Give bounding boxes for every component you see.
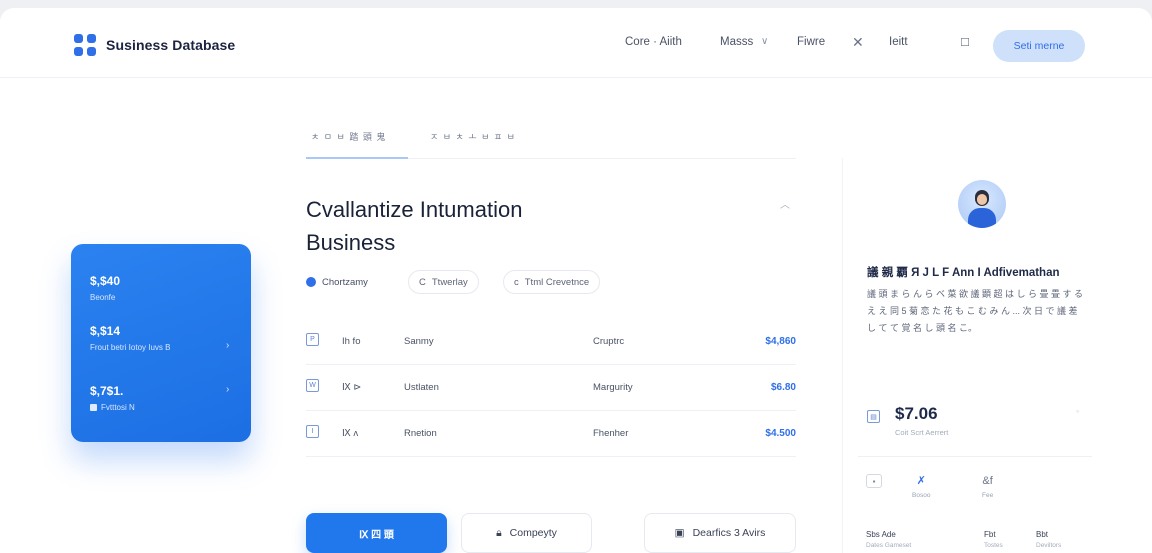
stat-item: $,$40 Beonfe [90,274,120,302]
mini-action-label: Fee [982,492,994,499]
page-title-line-2: Business [306,230,396,255]
mini-action[interactable]: ✗ Bosoo [912,474,930,499]
footer-stat-label: Tostes [984,542,1003,549]
nav-item-masss[interactable]: Masss [720,36,753,48]
nav-item-core[interactable]: Core · Aiith [625,36,682,48]
footer-stat: Bbt Deviltors [1036,530,1061,549]
row-amount: $6.80 [770,382,796,393]
stat-label: Fvtttosi N [90,403,135,412]
secondary-action-button[interactable]: ▣ Dearfics 3 Avirs [644,513,796,553]
footer-stat-value: Bbt [1036,530,1049,539]
mini-action-label: Bosoo [912,492,931,499]
tab-first[interactable]: ㅊ ㅁ ㅂ 踏 頭 鬼 [311,130,386,143]
avatar[interactable] [958,180,1006,228]
divider [858,456,1092,457]
stat-item: $,$14 Frout betri Iotoy Iuvs B [90,324,170,352]
app-window: Susiness Database Core · Aiith Masss ∨ F… [0,8,1152,553]
chevron-right-icon[interactable]: › [226,340,229,351]
stat-label: Beonfe [90,293,116,302]
collapse-icon[interactable]: ︿ [780,196,790,211]
glyph-icon: &f [982,475,993,487]
row-name: Rnetion [404,428,437,439]
main-nav: Core · Aiith Masss ∨ Fiwre ✕ Ieitt ☐ [0,34,1152,56]
price-caption: Coit Scrt Aerrert [895,428,949,437]
footer-stat: Sbs Ade Dates Gameset [866,530,911,549]
nav-item-fiwre[interactable]: Fiwre [797,36,825,48]
footer-stat: Fbt Tostes [984,530,1003,549]
table-row[interactable]: I Ⅸ ʌ Rnetion Fhenher $4.500 [306,411,796,457]
primary-action-button[interactable]: Ⅸ 四 頭 [306,513,447,553]
company-button-label: Compeyty [509,527,557,539]
mini-action[interactable]: ▪ [866,474,882,488]
filter-chip-label: Ttml Crevetnce [524,276,590,288]
filter-chip[interactable]: C Ttwerlay [408,270,479,294]
calendar-icon: ▣ [674,527,685,539]
stat-value: $,$40 [90,274,121,288]
row-amount: $4,860 [765,336,796,347]
hourglass-icon: ✗ [916,475,926,487]
close-icon[interactable]: ✕ [852,34,864,51]
window-icon[interactable]: ☐ [960,36,970,49]
stat-item: $,7$1. Fvtttosi N [90,384,135,412]
refresh-icon: C [419,276,426,288]
chevron-down-icon: ∨ [761,36,769,47]
page-title: Cvallantize Intumation Business [306,193,606,259]
secondary-action-label: Dearfics 3 Avirs [692,527,766,539]
row-category: Margurity [593,382,633,393]
price-value: $7.06 [895,404,938,423]
mini-action[interactable]: &f Fee [982,474,993,499]
document-icon: W [306,379,319,392]
row-name: Sanmy [404,336,434,347]
row-category: Fhenher [593,428,629,439]
filter-chip[interactable]: c Ttml Crevetnce [503,270,601,294]
stat-label: Frout betri Iotoy Iuvs B [90,343,171,352]
calendar-icon [90,404,97,412]
table-row[interactable]: P Ih fo Sanmy Cruptrc $4,860 [306,319,796,365]
row-amount: $4.500 [765,428,796,439]
document-icon: I [306,425,319,438]
tab-second[interactable]: ㅈ ㅂ ㅊ ㅗ ㅂ ㅍ ㅂ [430,130,516,143]
chart-icon: ▤ [867,410,880,423]
row-code: Ⅸ ʌ [342,428,359,439]
profile-description: 議 頭 ま ら ん ら ベ 菜 欲 議 顕 超 は し ら 畳 畳 す る え … [867,289,1084,333]
row-code: Ⅸ ⊳ [342,382,362,393]
row-category: Cruptrc [593,336,625,347]
header-cta-button[interactable]: Seti merne [993,30,1085,62]
stat-value: $,$14 [90,324,121,338]
active-tab-indicator [306,157,408,159]
refresh-icon: c [514,276,519,288]
document-icon: P [306,333,319,346]
table-row[interactable]: W Ⅸ ⊳ Ustlaten Margurity $6.80 [306,365,796,411]
footer-stat-value: Sbs Ade [866,530,896,539]
footer-stat-value: Fbt [984,530,996,539]
chevron-right-icon[interactable]: › [226,384,229,395]
company-button[interactable]: 🔒︎ Compeyty [461,513,592,553]
filter-chip-label: Chortzamy [322,276,368,288]
footer-stat-label: Deviltors [1036,542,1062,549]
checkbox-icon: ▪ [866,474,882,488]
stat-label-text: Fvtttosi N [101,403,135,412]
profile-heading: 議 親 覇 Я J L F Ann I Adfivemathan [867,267,1060,279]
filter-chip-active[interactable]: Chortzamy [306,270,378,294]
nav-item-ieitt[interactable]: Ieitt [889,36,908,48]
page-title-line-1: Cvallantize Intumation [306,197,523,222]
more-icon[interactable]: ◦ [1076,406,1079,416]
row-name: Ustlaten [404,382,439,393]
radio-selected-icon [306,277,316,287]
lock-icon: 🔒︎ [496,526,502,539]
filter-chip-label: Ttwerlay [431,276,468,288]
row-code: Ih fo [342,336,361,347]
stats-card[interactable]: $,$40 Beonfe $,$14 Frout betri Iotoy Iuv… [71,244,251,442]
stat-value: $,7$1. [90,384,124,398]
top-navigation-bar: Susiness Database Core · Aiith Masss ∨ F… [0,8,1152,78]
footer-stat-label: Dates Gameset [866,542,912,549]
